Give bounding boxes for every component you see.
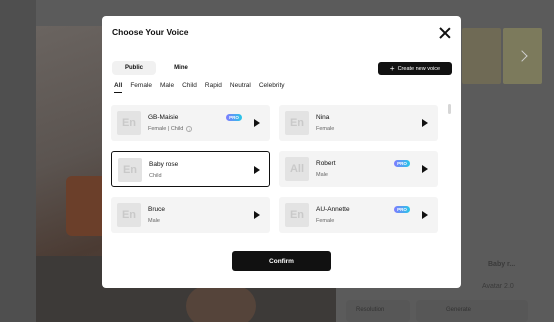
create-new-voice-label: Create new voice [397,65,441,72]
voice-card-nina[interactable]: En Nina Female [279,105,438,141]
choose-voice-dialog: Choose Your Voice Public Mine + Create n… [102,16,461,288]
background-generate-button: Generate [416,300,528,322]
voice-tags: Female | Child [148,126,184,132]
thumbnail [462,28,501,84]
language-badge: En [118,158,142,182]
pro-badge: PRO [394,206,410,213]
play-icon[interactable] [254,211,260,219]
voice-tags: Male [148,218,160,224]
voice-source-toggle: Public Mine [112,61,200,75]
language-badge: En [285,203,309,227]
voice-name: Nina [316,114,330,121]
play-icon[interactable] [422,119,428,127]
voice-list-scrollbar[interactable] [448,104,451,114]
plus-icon: + [389,63,395,73]
close-icon[interactable] [438,26,452,40]
language-badge: En [117,111,141,135]
filter-celebrity[interactable]: Celebrity [259,82,285,93]
filter-neutral[interactable]: Neutral [230,82,251,93]
voice-card-au-annette[interactable]: En AU-Annette Female PRO [279,197,438,233]
voice-tags: Female [316,218,335,224]
voice-tags: Male [316,172,328,178]
pro-badge: PRO [226,114,242,121]
segment-public[interactable]: Public [112,61,156,75]
filter-all[interactable]: All [114,82,123,93]
filter-rapid[interactable]: Rapid [205,82,222,93]
background-thumbnails [462,28,542,84]
language-badge: All [285,157,309,181]
segment-mine[interactable]: Mine [162,61,200,75]
play-icon[interactable] [422,165,428,173]
voice-name: Bruce [148,206,165,213]
play-icon[interactable] [422,211,428,219]
create-new-voice-button[interactable]: + Create new voice [378,62,452,75]
voice-name: Robert [316,160,336,167]
filter-female[interactable]: Female [130,82,152,93]
dialog-title: Choose Your Voice [112,27,189,37]
pro-badge: PRO [394,160,410,167]
confirm-button[interactable]: Confirm [232,251,331,271]
voice-card-robert[interactable]: All Robert Male PRO [279,151,438,187]
background-resolution-button: Resolution [346,300,410,322]
voice-name: AU-Annette [316,206,350,213]
language-badge: En [117,203,141,227]
voice-tags: Female [316,126,335,132]
voice-name: Baby rose [149,161,179,168]
voice-card-baby-rose[interactable]: En Baby rose Child [111,151,270,187]
background-sidebar [0,0,36,322]
voice-card-gb-maisie[interactable]: En GB-Maisie Female | Child i PRO [111,105,270,141]
background-voice-label: Baby r... [488,261,516,268]
play-icon[interactable] [254,119,260,127]
filter-male[interactable]: Male [160,82,174,93]
category-filters: All Female Male Child Rapid Neutral Cele… [114,82,293,93]
info-icon[interactable]: i [186,126,193,132]
voice-card-bruce[interactable]: En Bruce Male [111,197,270,233]
voice-name: GB-Maisie [148,114,179,121]
language-badge: En [285,111,309,135]
background-model-label: Avatar 2.0 [482,283,514,290]
voice-tags: Child [149,173,162,179]
filter-child[interactable]: Child [182,82,197,93]
play-icon[interactable] [254,166,260,174]
